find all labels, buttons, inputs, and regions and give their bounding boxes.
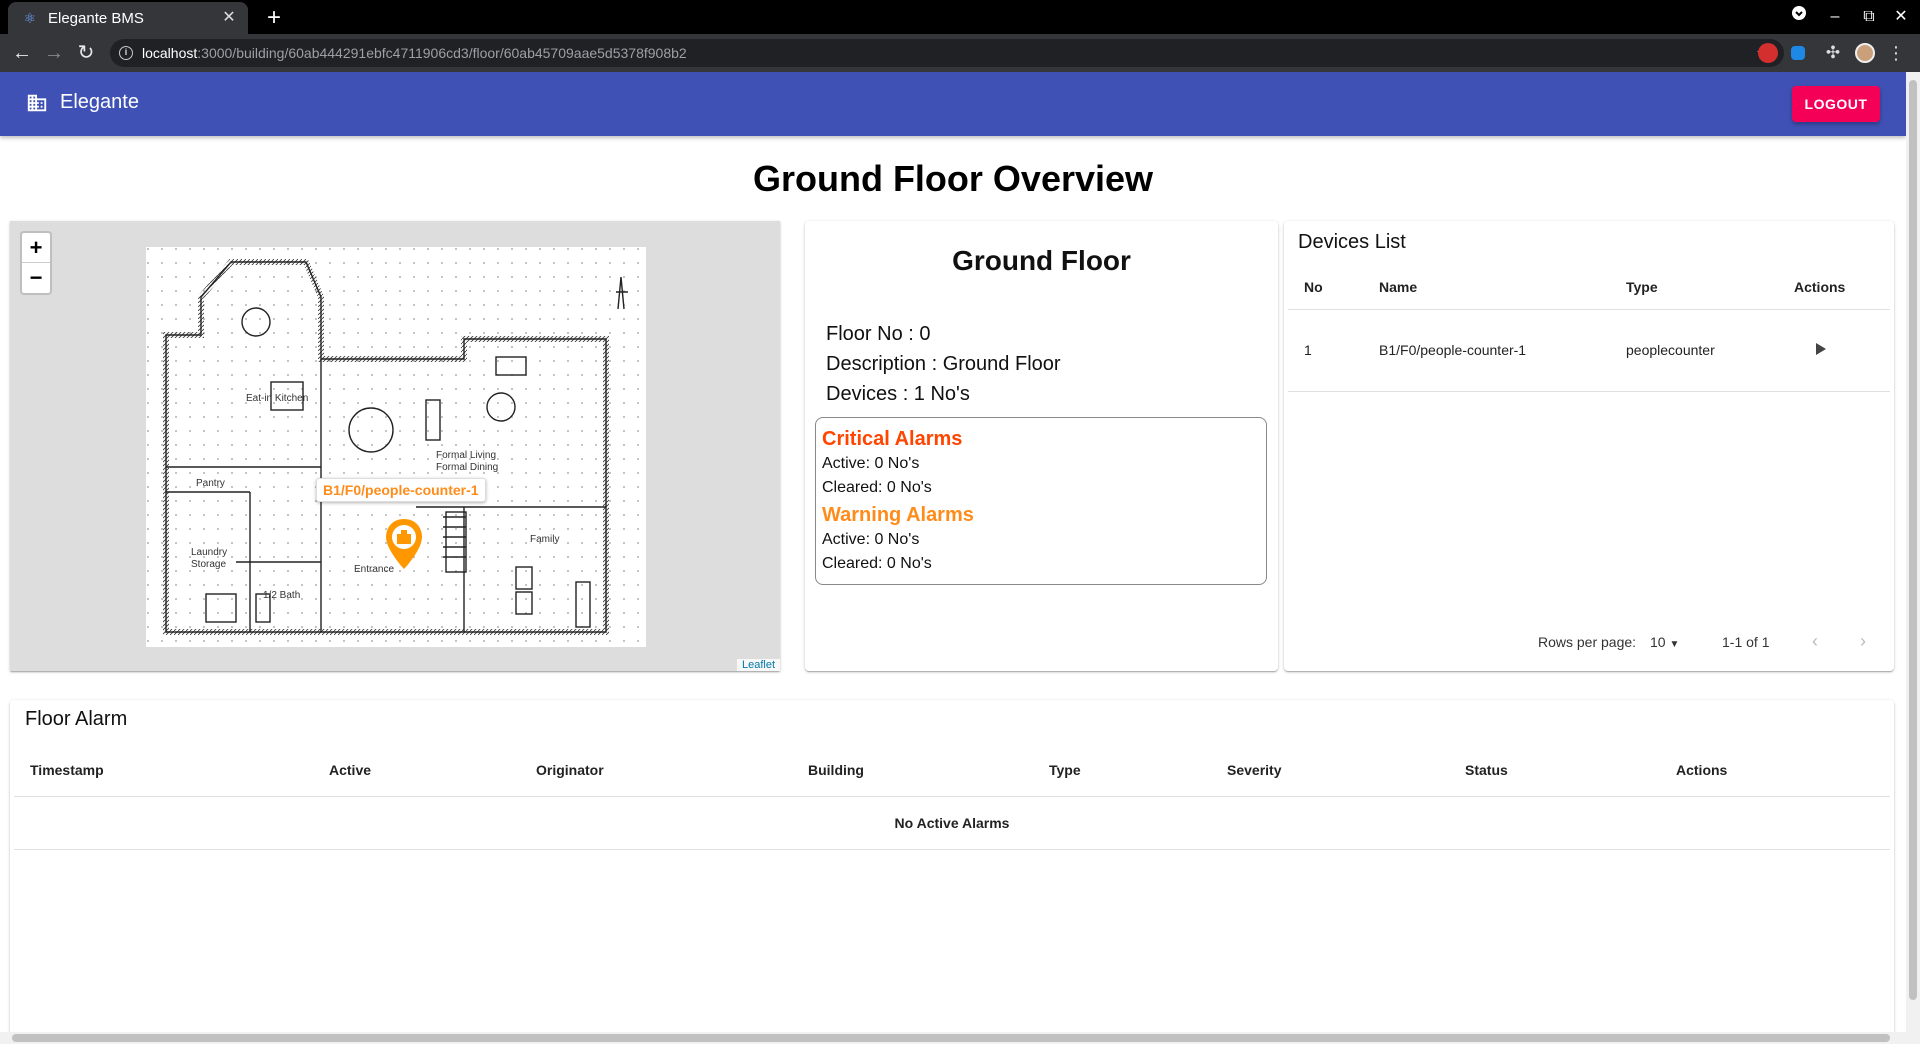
extensions-puzzle-icon[interactable]: ✣ (1823, 43, 1843, 63)
extension-blue-icon[interactable] (1791, 46, 1805, 60)
devices-list-title: Devices List (1298, 231, 1406, 253)
floor-plan-image: Eat-in Kitchen Pantry Formal Living Form… (146, 247, 646, 647)
vertical-scrollbar-thumb[interactable] (1909, 80, 1917, 1000)
url-host: localhost (142, 45, 198, 61)
zoom-control: + − (20, 231, 52, 295)
column-header-severity: Severity (1211, 744, 1449, 797)
horizontal-scrollbar-thumb[interactable] (12, 1034, 1890, 1042)
floor-alarm-table: Timestamp Active Originator Building Typ… (14, 744, 1890, 850)
floor-title: Ground Floor (952, 245, 1131, 276)
floor-number: Floor No : 0 (826, 323, 931, 345)
leaflet-attribution-link[interactable]: Leaflet (736, 659, 780, 671)
device-actions (1784, 309, 1890, 392)
floor-description: Description : Ground Floor (826, 353, 1061, 375)
critical-alarms-heading: Critical Alarms (822, 428, 963, 450)
tab-title: Elegante BMS (48, 9, 144, 27)
floor-details: Floor No : 0 Description : Ground Floor … (826, 319, 1061, 409)
avatar[interactable] (1855, 43, 1875, 63)
page: Elegante LOGOUT Ground Floor Overview Ea… (0, 72, 1906, 1032)
plan-label-family: Family (530, 534, 559, 545)
critical-active-count: Active: 0 No's (822, 455, 920, 472)
page-title: Ground Floor Overview (752, 158, 1154, 199)
minimize-icon[interactable]: – (1820, 4, 1850, 30)
restore-icon[interactable]: ⧉ (1854, 4, 1884, 30)
devices-list-card: Devices List No Name Type Actions 1 B1/F… (1284, 221, 1894, 671)
plan-label-storage: Storage (191, 559, 226, 570)
table-row: No Active Alarms (14, 796, 1890, 850)
device-type: peoplecounter (1614, 309, 1784, 392)
devices-table: No Name Type Actions 1 B1/F0/people-coun… (1288, 265, 1890, 392)
rows-per-page-select[interactable]: 10 ▼ (1650, 634, 1679, 650)
app-bar: Elegante LOGOUT (0, 72, 1906, 136)
column-header-timestamp: Timestamp (14, 744, 313, 797)
building-icon (27, 94, 47, 112)
plan-label-dining: Formal Dining (436, 462, 498, 473)
floor-info-card: Ground Floor Floor No : 0 Description : … (805, 221, 1278, 671)
column-header-type: Type (1614, 265, 1784, 310)
extension-red-icon[interactable] (1758, 43, 1778, 63)
column-header-status: Status (1449, 744, 1660, 797)
address-bar[interactable]: i localhost:3000/building/60ab444291ebfc… (110, 39, 1784, 67)
back-icon[interactable]: ← (8, 40, 36, 66)
alarm-summary-box: Critical Alarms Active: 0 No's Cleared: … (815, 417, 1267, 585)
plan-label-kitchen: Eat-in Kitchen (246, 393, 308, 404)
vertical-scrollbar[interactable] (1906, 72, 1920, 1044)
alarm-table-header: Timestamp Active Originator Building Typ… (14, 744, 1890, 797)
devices-table-header: No Name Type Actions (1288, 265, 1890, 310)
warning-active-count: Active: 0 No's (822, 531, 920, 548)
device-no: 1 (1288, 309, 1363, 392)
app-brand[interactable]: Elegante (60, 91, 139, 114)
plan-label-bath: 1/2 Bath (263, 590, 300, 601)
no-alarms-message: No Active Alarms (14, 796, 1890, 850)
dropdown-arrow-icon: ▼ (1669, 639, 1680, 650)
react-icon: ⚛ (23, 10, 37, 26)
device-name: B1/F0/people-counter-1 (1363, 309, 1614, 392)
column-header-no: No (1288, 265, 1363, 310)
column-header-actions: Actions (1784, 265, 1890, 310)
url-path: :3000/building/60ab444291ebfc4711906cd3/… (197, 45, 687, 61)
browser-toolbar: ← → ↻ i localhost:3000/building/60ab4442… (0, 34, 1920, 72)
zoom-out-button[interactable]: − (22, 263, 50, 293)
new-tab-button[interactable]: + (260, 4, 288, 32)
rows-per-page-label: Rows per page: (1538, 634, 1637, 650)
floor-map[interactable]: Eat-in Kitchen Pantry Formal Living Form… (10, 221, 780, 671)
warning-alarms-heading: Warning Alarms (822, 504, 974, 526)
critical-cleared-count: Cleared: 0 No's (822, 479, 932, 496)
plan-label-pantry: Pantry (196, 478, 225, 489)
close-tab-icon[interactable]: ✕ (220, 9, 238, 27)
zoom-in-button[interactable]: + (22, 233, 50, 263)
floor-device-count: Devices : 1 No's (826, 383, 970, 405)
column-header-active: Active (313, 744, 520, 797)
plan-label-living: Formal Living (436, 450, 496, 461)
column-header-originator: Originator (520, 744, 792, 797)
horizontal-scrollbar[interactable] (0, 1032, 1906, 1044)
column-header-building: Building (792, 744, 1033, 797)
forward-icon[interactable]: → (40, 40, 68, 66)
play-icon[interactable] (1814, 342, 1828, 356)
next-page-icon[interactable]: › (1860, 631, 1866, 652)
floor-alarm-title: Floor Alarm (25, 708, 128, 730)
browser-menu-icon[interactable]: ⋮ (1886, 43, 1906, 63)
profile-menu-icon[interactable] (1784, 4, 1814, 30)
close-window-icon[interactable]: ✕ (1886, 4, 1916, 30)
device-marker-tooltip: B1/F0/people-counter-1 (316, 478, 486, 502)
table-pagination: Rows per page: 10 ▼ 1-1 of 1 ‹ › (1284, 629, 1894, 657)
previous-page-icon[interactable]: ‹ (1812, 631, 1818, 652)
browser-tabbar: ⚛ Elegante BMS ✕ + – ⧉ ✕ (0, 0, 1920, 34)
warning-cleared-count: Cleared: 0 No's (822, 555, 932, 572)
rows-per-page-value: 10 (1650, 634, 1666, 650)
site-info-icon[interactable]: i (119, 46, 133, 60)
plan-label-laundry: Laundry (191, 547, 227, 558)
column-header-type: Type (1033, 744, 1211, 797)
column-header-actions: Actions (1660, 744, 1890, 797)
table-row[interactable]: 1 B1/F0/people-counter-1 peoplecounter (1288, 309, 1890, 392)
floor-alarm-card: Floor Alarm Timestamp Active Originator … (10, 700, 1894, 1032)
pagination-range: 1-1 of 1 (1722, 634, 1770, 650)
column-header-name: Name (1363, 265, 1614, 310)
reload-icon[interactable]: ↻ (72, 40, 100, 66)
browser-tab[interactable]: ⚛ Elegante BMS ✕ (8, 2, 248, 34)
map-marker-icon[interactable] (384, 517, 424, 571)
logout-button[interactable]: LOGOUT (1792, 86, 1880, 122)
